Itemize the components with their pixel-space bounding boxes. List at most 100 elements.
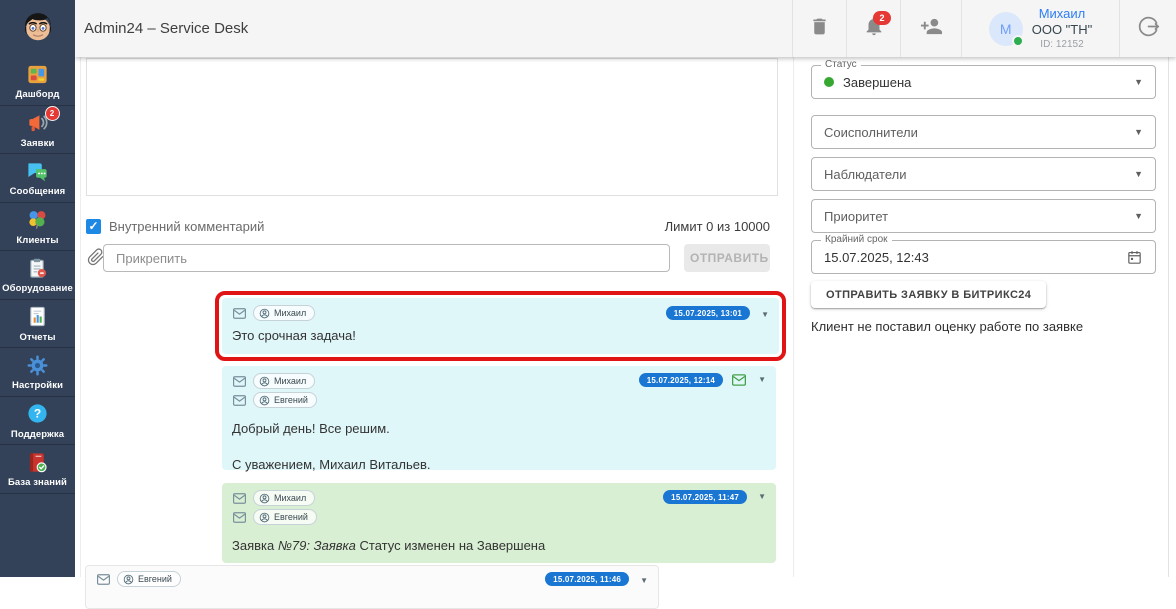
send-button[interactable]: ОТПРАВИТЬ	[684, 244, 770, 272]
participant-chip[interactable]: Михаил	[253, 373, 316, 389]
internal-comment-checkbox[interactable]: ✓	[86, 219, 101, 234]
status-value: Завершена	[843, 74, 912, 90]
message-bubble: Михаил Евгений 15.07.2025, 11:47 ▼ Заявк…	[222, 483, 776, 563]
header-actions: 2 M Михаил ООО "ТН" ID: 12152	[792, 0, 1176, 57]
chevron-down-icon: ▼	[1134, 127, 1143, 137]
sidebar-item-reports[interactable]: Отчеты	[0, 300, 75, 348]
trash-icon	[809, 16, 830, 42]
timestamp-pill: 15.07.2025, 13:01	[665, 306, 751, 320]
deadline-value: 15.07.2025, 12:43	[824, 249, 929, 265]
svg-text:?: ?	[34, 407, 41, 421]
highlight-annotation: Михаил 15.07.2025, 13:01 ▼ Это срочная з…	[215, 291, 786, 361]
participant-chip[interactable]: Евгений	[253, 509, 317, 525]
coexecutors-select[interactable]: Соисполнители ▼	[811, 115, 1156, 149]
sidebar-item-messages[interactable]: Сообщения	[0, 154, 75, 203]
priority-select[interactable]: Приоритет ▼	[811, 199, 1156, 233]
panel-scrollbar[interactable]	[1168, 57, 1169, 577]
sidebar-item-knowledge-base[interactable]: База знаний	[0, 445, 75, 494]
email-icon	[96, 573, 111, 586]
calendar-icon[interactable]	[1126, 249, 1143, 266]
participant-chip[interactable]: Евгений	[117, 571, 181, 587]
internal-comment-label: Внутренний комментарий	[109, 219, 265, 234]
chevron-down-icon: ▼	[1134, 169, 1143, 179]
app-header: Admin24 – Service Desk 2 M Михаил ООО "Т…	[75, 0, 1176, 57]
person-add-icon	[920, 15, 943, 43]
chevron-down-icon[interactable]: ▼	[758, 492, 766, 501]
chat-icon	[25, 158, 51, 184]
coexecutors-placeholder: Соисполнители	[824, 124, 918, 140]
chevron-down-icon: ▼	[1134, 211, 1143, 221]
equipment-icon	[25, 255, 51, 281]
email-icon	[232, 492, 247, 505]
participant-name: Евгений	[274, 512, 308, 522]
email-icon	[232, 394, 247, 407]
email-sent-icon	[731, 373, 747, 387]
timestamp-pill: 15.07.2025, 11:47	[663, 490, 748, 504]
sidebar-item-label: Заявки	[20, 137, 55, 149]
message-text: С уважением, Михаил Витальев.	[232, 457, 431, 472]
observers-select[interactable]: Наблюдатели ▼	[811, 157, 1156, 191]
sidebar-item-clients[interactable]: Клиенты	[0, 203, 75, 251]
avatar	[16, 4, 60, 53]
sidebar-item-label: Отчеты	[19, 331, 56, 343]
sidebar-item-dashboard[interactable]: Дашборд	[0, 57, 75, 106]
char-limit-label: Лимит 0 из 10000	[664, 219, 770, 234]
message-text: Заявка №79: Заявка Статус изменен на Зав…	[232, 538, 546, 553]
participant-name: Михаил	[274, 376, 307, 386]
megaphone-icon: 2	[25, 105, 60, 136]
notifications-button[interactable]: 2	[846, 0, 900, 57]
status-dot	[824, 77, 834, 87]
observers-placeholder: Наблюдатели	[824, 166, 907, 182]
participant-chip[interactable]: Михаил	[253, 490, 316, 506]
sidebar-item-tickets[interactable]: 2 Заявки	[0, 105, 75, 154]
send-to-bitrix-button[interactable]: ОТПРАВИТЬ ЗАЯВКУ В БИТРИКС24	[811, 281, 1047, 308]
attach-input[interactable]	[103, 244, 670, 272]
ticket-panel: Статус Завершена ▼ Соисполнители ▼ Наблю…	[793, 57, 1176, 577]
user-name: Михаил	[1038, 6, 1086, 21]
user-id: ID: 12152	[1040, 38, 1084, 50]
comment-editor[interactable]	[86, 58, 778, 196]
logout-icon	[1137, 15, 1160, 43]
add-user-button[interactable]	[900, 0, 961, 57]
chevron-down-icon[interactable]: ▼	[758, 375, 766, 384]
dashboard-icon	[25, 61, 51, 87]
participant-name: Михаил	[274, 308, 307, 318]
sidebar-item-equipment[interactable]: Оборудование	[0, 251, 75, 300]
participant-chip[interactable]: Михаил	[253, 305, 316, 321]
deadline-input[interactable]: Крайний срок 15.07.2025, 12:43	[811, 234, 1156, 274]
reports-icon	[25, 304, 51, 330]
content-divider	[80, 57, 81, 577]
delete-button[interactable]	[792, 0, 846, 57]
user-avatar: M	[988, 11, 1024, 47]
help-icon: ?	[25, 401, 51, 427]
user-company: ООО "ТН"	[1031, 22, 1093, 38]
status-select[interactable]: Статус Завершена ▼	[811, 59, 1156, 99]
chevron-down-icon[interactable]: ▼	[761, 310, 769, 319]
participant-chip[interactable]: Евгений	[253, 392, 317, 408]
chevron-down-icon: ▼	[1134, 77, 1143, 87]
app-logo[interactable]	[0, 0, 75, 57]
status-label: Статус	[821, 59, 861, 70]
logout-button[interactable]	[1119, 0, 1176, 57]
notifications-badge: 2	[873, 11, 891, 25]
sidebar: Дашборд 2 Заявки Сообщения Клиенты Обору…	[0, 0, 75, 577]
composer-options-row: ✓ Внутренний комментарий Лимит 0 из 1000…	[86, 219, 770, 234]
email-icon	[232, 511, 247, 524]
participant-name: Евгений	[138, 574, 172, 584]
email-icon	[232, 375, 247, 388]
user-menu[interactable]: M Михаил ООО "ТН" ID: 12152	[961, 0, 1119, 57]
message-bubble: Михаил Евгений 15.07.2025, 12:14 ▼ Добры…	[222, 366, 776, 472]
sidebar-item-label: Сообщения	[9, 186, 66, 198]
priority-placeholder: Приоритет	[824, 208, 889, 224]
email-icon	[232, 307, 247, 320]
sidebar-item-support[interactable]: ? Поддержка	[0, 397, 75, 445]
timestamp-pill: 15.07.2025, 12:14	[638, 373, 724, 387]
clients-icon	[25, 207, 51, 233]
deadline-label: Крайний срок	[821, 234, 892, 245]
timestamp-pill: 15.07.2025, 11:46	[545, 572, 630, 586]
message-text: Это срочная задача!	[232, 328, 356, 343]
sidebar-item-label: Оборудование	[2, 283, 73, 295]
sidebar-item-label: База знаний	[7, 477, 67, 489]
sidebar-item-settings[interactable]: Настройки	[0, 348, 75, 397]
message-bubble: Михаил 15.07.2025, 13:01 ▼ Это срочная з…	[222, 298, 779, 354]
